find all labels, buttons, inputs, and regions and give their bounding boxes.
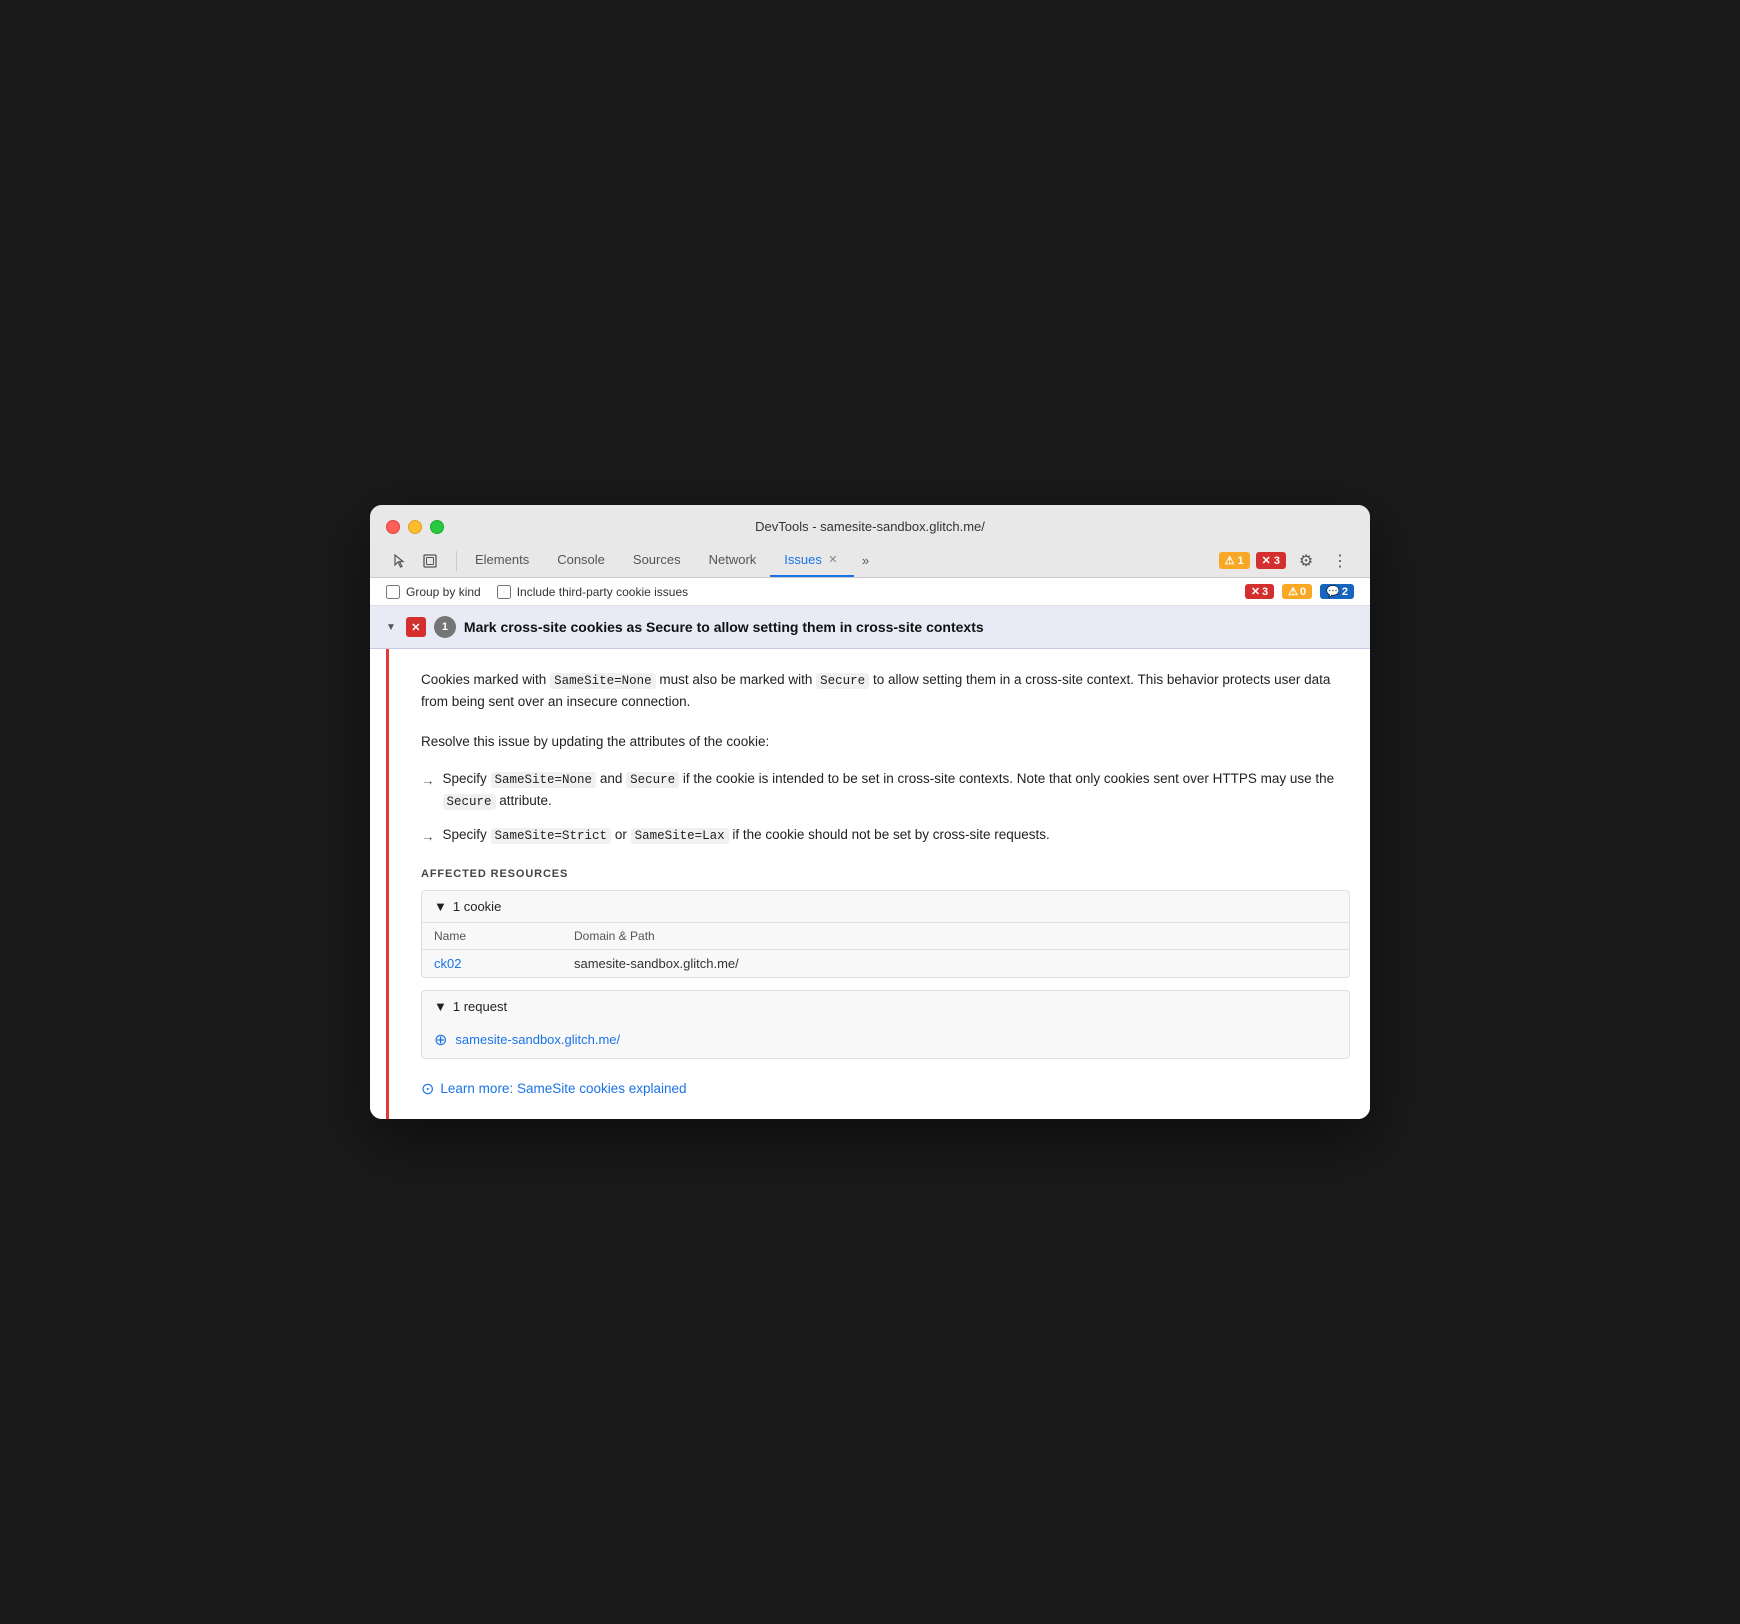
cookie-resource-group: ▼ 1 cookie Name Domain & Path ck02 sames… [421, 890, 1350, 978]
devtools-window: DevTools - samesite-sandbox.glitch.me/ [370, 505, 1370, 1119]
error-badge[interactable]: ✕ 3 [1256, 552, 1286, 569]
request-url-link[interactable]: samesite-sandbox.glitch.me/ [455, 1032, 620, 1047]
cookie-resource-table: Name Domain & Path ck02 samesite-sandbox… [422, 923, 1349, 977]
devtools-body: Group by kind Include third-party cookie… [370, 578, 1370, 1119]
learn-more: ⊙ Learn more: SameSite cookies explained [421, 1079, 1350, 1099]
warning-icon: ⚠ [1225, 554, 1235, 567]
tab-network[interactable]: Network [695, 544, 771, 577]
issue-chevron-icon: ▼ [386, 622, 396, 633]
code-samesite-strict: SameSite=Strict [491, 828, 612, 844]
third-party-checkbox[interactable] [497, 585, 511, 599]
affected-resources-label: AFFECTED RESOURCES [421, 868, 1350, 880]
request-resource-group: ▼ 1 request ⊕ samesite-sandbox.glitch.me… [421, 990, 1350, 1059]
request-group-header[interactable]: ▼ 1 request [422, 991, 1349, 1022]
bullet-item-1: → Specify SameSite=None and Secure if th… [421, 768, 1350, 812]
filter-counts: ✕ 3 ⚠ 0 💬 2 [1245, 584, 1354, 599]
cookie-group-chevron: ▼ [434, 899, 447, 914]
learn-more-link[interactable]: Learn more: SameSite cookies explained [440, 1081, 686, 1096]
cookie-table-header: Name Domain & Path [422, 923, 1349, 950]
filter-warning-icon: ⚠ [1288, 585, 1298, 598]
cookie-domain-value: samesite-sandbox.glitch.me/ [574, 956, 739, 971]
code-samesite-none-2: SameSite=None [491, 772, 597, 788]
affected-resources: AFFECTED RESOURCES ▼ 1 cookie Name Domai… [421, 868, 1350, 1099]
learn-more-icon: ⊙ [421, 1079, 434, 1099]
cookie-domain-column: Domain & Path [574, 929, 694, 943]
issue-header[interactable]: ▼ ✕ 1 Mark cross-site cookies as Secure … [370, 606, 1370, 649]
code-secure-3: Secure [443, 794, 496, 810]
request-group-label: 1 request [453, 999, 507, 1014]
issue-body: Cookies marked with SameSite=None must a… [386, 649, 1370, 1119]
code-samesite-none-1: SameSite=None [550, 673, 656, 689]
arrow-icon-1: → [421, 770, 435, 792]
filter-error-badge[interactable]: ✕ 3 [1245, 584, 1274, 599]
request-group-chevron: ▼ [434, 999, 447, 1014]
tab-issues[interactable]: Issues ✕ [770, 544, 854, 577]
request-link-row: ⊕ samesite-sandbox.glitch.me/ [422, 1022, 1349, 1058]
cursor-tool[interactable] [386, 547, 414, 575]
cookie-group-header[interactable]: ▼ 1 cookie [422, 891, 1349, 923]
tab-more-button[interactable]: » [854, 547, 877, 574]
issue-count-badge: 1 [434, 616, 456, 638]
minimize-button[interactable] [408, 520, 422, 534]
error-icon: ✕ [1262, 554, 1271, 567]
cookie-group-label: 1 cookie [453, 899, 501, 914]
filter-bar: Group by kind Include third-party cookie… [370, 578, 1370, 606]
tab-sources[interactable]: Sources [619, 544, 695, 577]
toolbar-separator [456, 551, 457, 571]
window-title: DevTools - samesite-sandbox.glitch.me/ [755, 519, 985, 534]
maximize-button[interactable] [430, 520, 444, 534]
arrow-icon-2: → [421, 826, 435, 848]
filter-warning-badge[interactable]: ⚠ 0 [1282, 584, 1312, 599]
code-secure-1: Secure [816, 673, 869, 689]
issue-error-badge: ✕ [406, 617, 426, 637]
third-party-filter[interactable]: Include third-party cookie issues [497, 585, 688, 599]
inspect-tool[interactable] [416, 547, 444, 575]
code-secure-2: Secure [626, 772, 679, 788]
titlebar: DevTools - samesite-sandbox.glitch.me/ [370, 505, 1370, 578]
issue-description: Cookies marked with SameSite=None must a… [421, 669, 1350, 713]
group-by-kind-filter[interactable]: Group by kind [386, 585, 481, 599]
settings-button[interactable]: ⚙ [1292, 547, 1320, 575]
cookie-name-link[interactable]: ck02 [434, 956, 554, 971]
code-samesite-lax: SameSite=Lax [631, 828, 729, 844]
more-options-button[interactable]: ⋮ [1326, 547, 1354, 575]
filter-error-icon: ✕ [1251, 585, 1260, 598]
filter-info-icon: 💬 [1326, 585, 1340, 598]
tab-elements[interactable]: Elements [461, 544, 543, 577]
tab-issues-close[interactable]: ✕ [826, 553, 840, 567]
filter-info-badge[interactable]: 💬 2 [1320, 584, 1354, 599]
tabs-bar: Elements Console Sources Network Issues … [386, 544, 1354, 577]
issues-content: ▼ ✕ 1 Mark cross-site cookies as Secure … [370, 606, 1370, 1119]
tab-console[interactable]: Console [543, 544, 619, 577]
issue-title: Mark cross-site cookies as Secure to all… [464, 619, 984, 635]
traffic-lights [386, 520, 444, 534]
toolbar-right: ⚠ 1 ✕ 3 ⚙ ⋮ [1219, 547, 1354, 575]
group-by-kind-checkbox[interactable] [386, 585, 400, 599]
bullet-item-2: → Specify SameSite=Strict or SameSite=La… [421, 824, 1350, 848]
cookie-name-column: Name [434, 929, 554, 943]
close-button[interactable] [386, 520, 400, 534]
warning-badge[interactable]: ⚠ 1 [1219, 552, 1250, 569]
issue-resolve-text: Resolve this issue by updating the attri… [421, 731, 1350, 753]
request-url-icon: ⊕ [434, 1030, 447, 1050]
cookie-table-row: ck02 samesite-sandbox.glitch.me/ [422, 950, 1349, 977]
